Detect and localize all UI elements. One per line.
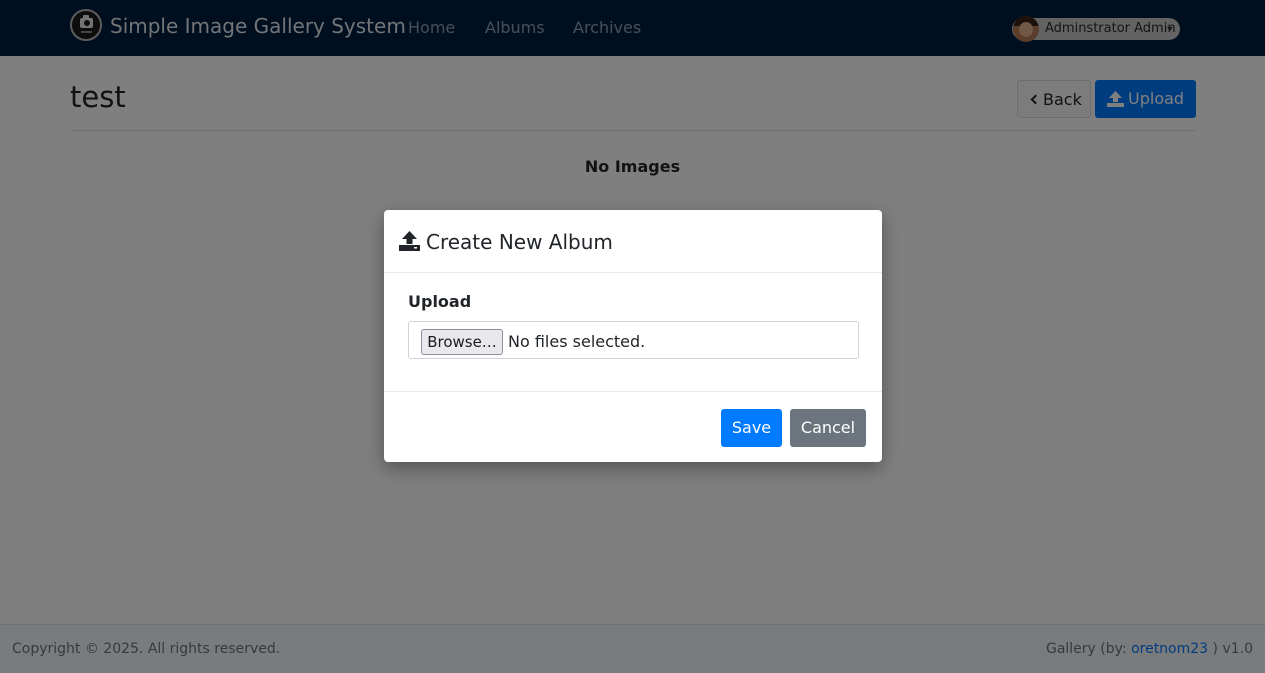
modal-header: Create New Album: [384, 210, 882, 273]
save-button[interactable]: Save: [721, 409, 782, 447]
browse-button[interactable]: Browse…: [421, 329, 503, 355]
modal-title: Create New Album: [426, 230, 613, 254]
upload-field-label: Upload: [408, 292, 472, 311]
create-album-modal: Create New Album Upload Browse… No files…: [384, 210, 882, 462]
upload-icon: [399, 231, 420, 251]
file-status-text: No files selected.: [508, 332, 646, 351]
cancel-button[interactable]: Cancel: [790, 409, 866, 447]
modal-footer: Save Cancel: [384, 391, 882, 462]
file-upload-input[interactable]: Browse… No files selected.: [408, 321, 859, 359]
